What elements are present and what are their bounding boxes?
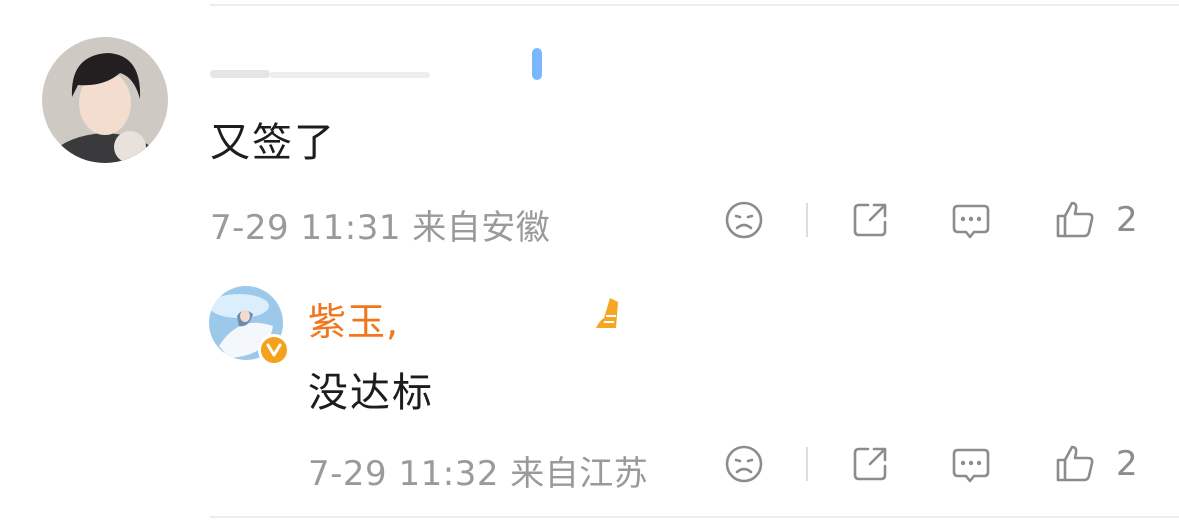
bottom-divider <box>210 516 1179 518</box>
reply-button[interactable] <box>948 442 994 488</box>
sad-face-icon <box>725 201 763 239</box>
share-button[interactable] <box>848 442 892 486</box>
action-separator <box>806 447 808 481</box>
like-count: 2 <box>1116 200 1138 240</box>
verified-v-icon <box>266 343 282 357</box>
reply-username[interactable]: 紫玉, <box>308 291 399 346</box>
comment-text: 又签了 <box>210 120 336 166</box>
like-button[interactable] <box>1052 196 1098 242</box>
share-icon <box>853 203 887 237</box>
comment-bubble-icon <box>952 204 990 239</box>
action-separator <box>806 203 808 237</box>
top-divider <box>210 4 1179 6</box>
share-icon <box>853 447 887 481</box>
avatar-image <box>42 37 168 163</box>
avatar[interactable] <box>42 37 168 163</box>
sad-face-icon <box>725 445 763 483</box>
verified-badge <box>258 334 290 366</box>
thumbs-up-icon <box>1056 201 1094 238</box>
username-redacted <box>210 48 542 80</box>
like-count: 2 <box>1116 444 1138 484</box>
thumbs-up-icon <box>1056 445 1094 482</box>
share-button[interactable] <box>848 198 892 242</box>
reply-meta: 7-29 11:32 来自江苏 <box>308 454 649 494</box>
dislike-button[interactable] <box>722 198 766 242</box>
dislike-button[interactable] <box>722 442 766 486</box>
member-badge-icon <box>596 298 618 328</box>
reply-button[interactable] <box>948 198 994 244</box>
comment-meta: 7-29 11:31 来自安徽 <box>210 208 551 248</box>
comment-bubble-icon <box>952 448 990 483</box>
like-button[interactable] <box>1052 440 1098 486</box>
reply-text: 没达标 <box>308 370 434 416</box>
